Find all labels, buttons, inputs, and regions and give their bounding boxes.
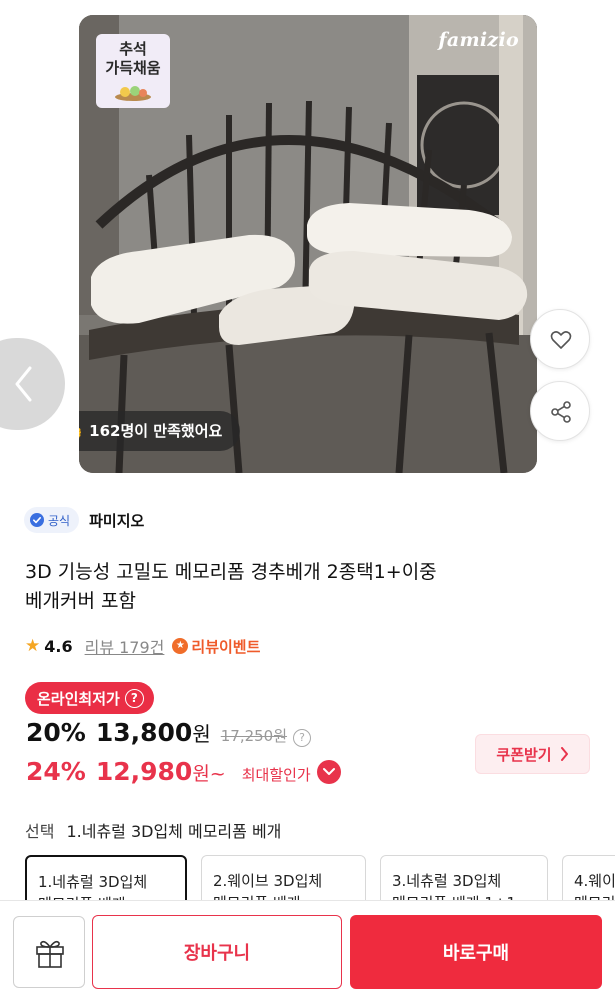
help-icon: ? <box>124 688 144 708</box>
option-card-line: 1.네츄럴 3D입체 <box>38 873 148 891</box>
review-event-link[interactable]: 리뷰이벤트 <box>191 636 260 657</box>
bottom-action-bar: 장바구니 바로구매 <box>0 900 615 1000</box>
official-badge: 공식 <box>24 507 80 533</box>
review-count-link[interactable]: 리뷰 179건 <box>85 634 165 658</box>
product-title-line: 베개커버 포함 <box>25 590 136 612</box>
add-to-cart-button[interactable]: 장바구니 <box>92 915 342 989</box>
original-price: 17,250원 <box>220 727 288 745</box>
buy-now-button[interactable]: 바로구매 <box>350 915 602 989</box>
heart-icon <box>550 331 572 349</box>
share-icon <box>551 401 571 423</box>
price-help-icon[interactable]: ? <box>293 729 312 747</box>
max-discount-label: 최대할인가 <box>241 766 311 784</box>
option-card-line: 3.네츄럴 3D입체 <box>392 872 502 890</box>
verified-icon <box>30 513 44 527</box>
product-title: 3D 기능성 고밀도 메모리폼 경추베개 2종택1+이중 베개커버 포함 <box>25 558 585 616</box>
coupon-label: 쿠폰받기 <box>496 745 552 764</box>
chevron-left-icon <box>15 366 32 402</box>
product-title-line: 3D 기능성 고밀도 메모리폼 경추베개 2종택1+이중 <box>25 561 437 583</box>
fruit-basket-icon <box>115 86 151 101</box>
promo-badge-line: 추석 <box>119 40 147 58</box>
prev-image-button[interactable] <box>0 338 65 430</box>
rating-value: 4.6 <box>44 636 73 656</box>
satisfaction-badge: 👍 162명이 만족했어요 <box>79 411 241 451</box>
option-card-line: 4.웨이 <box>574 872 615 890</box>
star-icon: ★ <box>25 636 41 656</box>
thumbs-up-icon: 👍 <box>79 421 83 441</box>
currency-unit: 원 <box>192 722 211 746</box>
promo-badge-line: 가득채움 <box>105 59 161 77</box>
promo-badge: 추석 가득채움 <box>96 34 170 108</box>
satisfaction-text: 162명이 만족했어요 <box>89 422 223 440</box>
option-card-line: 2.웨이브 3D입체 <box>213 872 323 890</box>
option-key: 선택 <box>25 822 55 841</box>
seller-row[interactable]: 공식 파미지오 <box>24 507 144 533</box>
share-button[interactable] <box>530 381 590 441</box>
product-image[interactable]: famizio 추석 가득채움 👍 162명이 만족했어요 <box>79 15 537 473</box>
like-button[interactable] <box>530 309 590 369</box>
gift-button[interactable] <box>13 916 85 988</box>
discount-percent: 20% <box>26 718 86 747</box>
max-discount-percent: 24% <box>26 757 86 786</box>
option-selected-value: 1.네츄럴 3D입체 메모리폼 베개 <box>66 822 282 841</box>
gift-icon <box>36 940 64 968</box>
lowest-price-label: 온라인최저가 <box>37 689 120 708</box>
rating-row: ★ 4.6 리뷰 179건 ★ 리뷰이벤트 <box>25 634 260 658</box>
chevron-down-icon[interactable] <box>316 760 341 784</box>
official-label: 공식 <box>48 513 71 528</box>
chevron-right-icon <box>560 747 568 761</box>
sale-price-row: 20% 13,800 원 17,250원 ? <box>26 718 312 754</box>
max-discount-row[interactable]: 24% 12,980 원~ 최대할인가 <box>26 756 341 792</box>
max-currency-unit: 원~ <box>192 763 226 785</box>
lowest-price-badge[interactable]: 온라인최저가 ? <box>25 682 154 714</box>
brand-logo: famizio <box>438 29 519 51</box>
review-event-icon: ★ <box>172 638 189 654</box>
option-summary: 선택 1.네츄럴 3D입체 메모리폼 베개 <box>25 818 281 842</box>
max-discount-price: 12,980 <box>95 757 193 786</box>
sale-price: 13,800 <box>95 718 193 747</box>
seller-name[interactable]: 파미지오 <box>89 510 144 531</box>
coupon-button[interactable]: 쿠폰받기 <box>475 734 590 774</box>
